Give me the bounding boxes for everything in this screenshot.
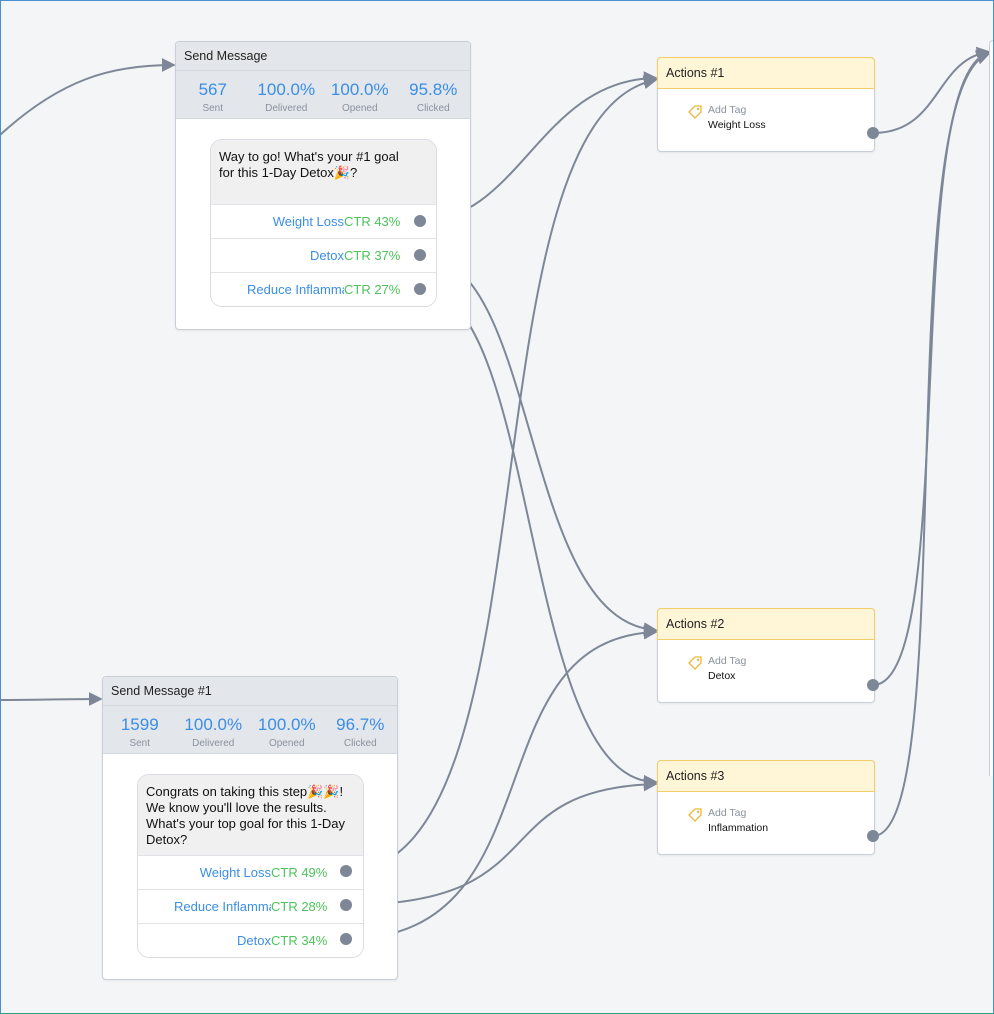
output-port[interactable] — [867, 830, 879, 842]
tag-icon — [688, 656, 702, 670]
wire-a2-out — [872, 49, 991, 686]
quick-reply-button[interactable]: Weight Loss CTR 49% — [138, 855, 363, 889]
node-title: Send Message #1 — [103, 677, 397, 706]
quick-reply-button[interactable]: Weight Loss CTR 43% — [211, 204, 436, 238]
send-message-node[interactable]: Send Message 567 Sent 100.0% Delivered 100… — [175, 41, 471, 330]
actions-node[interactable]: Actions #2 Add Tag Detox — [657, 608, 875, 703]
tag-value: Inflammation — [708, 822, 769, 834]
output-port[interactable] — [340, 865, 352, 877]
next-node-edge[interactable] — [989, 40, 994, 776]
add-tag-action[interactable]: Add Tag Weight Loss — [658, 89, 874, 149]
stat-sent: 567 Sent — [198, 80, 227, 114]
stat-opened: 100.0% Opened — [330, 80, 389, 114]
quick-reply-button[interactable]: Detox CTR 37% — [211, 238, 436, 272]
wire-in-msg2 — [0, 692, 103, 707]
node-title: Actions #2 — [657, 608, 875, 640]
tag-value: Detox — [708, 670, 736, 682]
output-port[interactable] — [867, 679, 879, 691]
output-port[interactable] — [414, 249, 426, 261]
message-bubble: Way to go! What's your #1 goal for this … — [210, 139, 437, 307]
wire-m1-inflammation — [419, 288, 658, 789]
message-stats: 1599 Sent 100.0% Delivered 100.0% Opened 96… — [103, 706, 397, 754]
actions-node[interactable]: Actions #3 Add Tag Inflammation — [657, 760, 875, 855]
stat-clicked: 95.8% Clicked — [409, 80, 458, 114]
stat-sent: 1599 Sent — [120, 715, 159, 749]
node-title: Actions #3 — [657, 760, 875, 792]
wire-in-msg1 — [0, 58, 176, 136]
send-message-node[interactable]: Send Message #1 1599 Sent 100.0% Delivered… — [102, 676, 398, 980]
stat-opened: 100.0% Opened — [257, 715, 316, 749]
wire-a1-out — [872, 46, 991, 134]
output-port[interactable] — [414, 215, 426, 227]
wire-a3-out — [872, 51, 991, 837]
add-tag-action[interactable]: Add Tag Inflammation — [658, 792, 874, 852]
tag-value: Weight Loss — [708, 119, 766, 131]
stat-clicked: 96.7% Clicked — [336, 715, 385, 749]
node-title: Send Message — [176, 42, 470, 71]
output-port[interactable] — [414, 283, 426, 295]
quick-reply-button[interactable]: Detox CTR 34% — [138, 923, 363, 957]
tag-icon — [688, 808, 702, 822]
stat-delivered: 100.0% Delivered — [184, 715, 243, 749]
node-title: Actions #1 — [657, 57, 875, 89]
tag-icon — [688, 105, 702, 119]
output-port[interactable] — [340, 899, 352, 911]
actions-node[interactable]: Actions #1 Add Tag Weight Loss — [657, 57, 875, 152]
output-port[interactable] — [340, 933, 352, 945]
message-text: Way to go! What's your #1 goal for this … — [211, 140, 436, 204]
add-tag-action[interactable]: Add Tag Detox — [658, 640, 874, 700]
quick-reply-button[interactable]: Reduce InflammationCTR 28% — [138, 889, 363, 923]
quick-reply-button[interactable]: Reduce InflammationCTR 27% — [211, 272, 436, 306]
message-stats: 567 Sent 100.0% Delivered 100.0% Opened 95.… — [176, 71, 470, 119]
output-port[interactable] — [867, 127, 879, 139]
message-bubble: Congrats on taking this step🎉🎉! We know … — [137, 774, 364, 958]
message-text: Congrats on taking this step🎉🎉! We know … — [138, 775, 363, 855]
stat-delivered: 100.0% Delivered — [257, 80, 316, 114]
